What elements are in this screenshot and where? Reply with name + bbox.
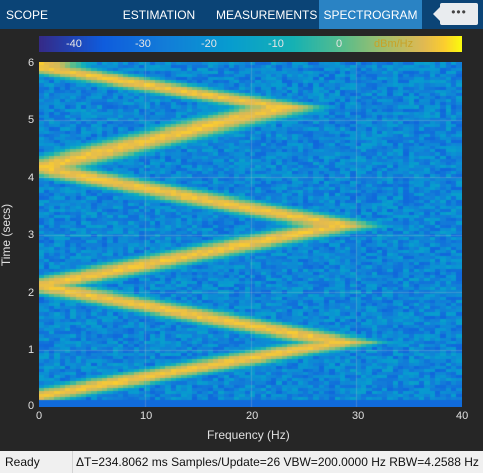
status-state: Ready: [5, 455, 40, 469]
x-tick-label: 20: [246, 410, 259, 422]
tab-scope[interactable]: SCOPE: [0, 0, 54, 29]
tab-measurements[interactable]: MEASUREMENTS: [216, 0, 317, 29]
status-info: ΔT=234.8062 ms Samples/Update=26 VBW=200…: [76, 455, 479, 469]
y-tick-label: 2: [28, 287, 35, 299]
more-options-icon: •••: [451, 5, 467, 19]
collapse-arrow-icon: [433, 7, 440, 21]
status-bar: Ready ΔT=234.8062 ms Samples/Update=26 V…: [0, 451, 483, 473]
toolstrip-more-button[interactable]: •••: [432, 0, 483, 29]
y-tick-label: 0: [28, 400, 35, 412]
y-tick-label: 5: [28, 114, 35, 126]
x-tick-label: 40: [456, 410, 469, 422]
tab-spectrogram[interactable]: SPECTROGRAM: [319, 0, 422, 29]
x-tick-label: 10: [140, 410, 153, 422]
y-tick-label: 4: [28, 172, 35, 184]
y-tick-label: 1: [28, 344, 35, 356]
more-options-box[interactable]: •••: [433, 3, 478, 25]
x-tick-label: 0: [36, 410, 43, 422]
y-axis-label: Time (secs): [0, 203, 13, 267]
y-tick-label: 6: [28, 57, 35, 69]
colorbar-tick-label: 0: [336, 38, 343, 50]
y-tick-label: 3: [28, 229, 35, 241]
x-axis-label: Frequency (Hz): [207, 428, 290, 442]
tab-estimation[interactable]: ESTIMATION: [118, 0, 200, 29]
status-divider: [72, 451, 73, 473]
colorbar-tick-label: -40: [66, 38, 82, 50]
colorbar-unit-label: dBm/Hz: [374, 38, 414, 50]
toolstrip-tabbar: SCOPE ESTIMATION MEASUREMENTS SPECTROGRA…: [0, 0, 483, 29]
x-tick-label: 30: [352, 410, 365, 422]
colorbar-tick-label: -30: [135, 38, 151, 50]
colorbar-tick-label: -10: [268, 38, 284, 50]
colorbar-tick-label: -20: [201, 38, 217, 50]
spectrogram-plot[interactable]: [39, 62, 462, 407]
